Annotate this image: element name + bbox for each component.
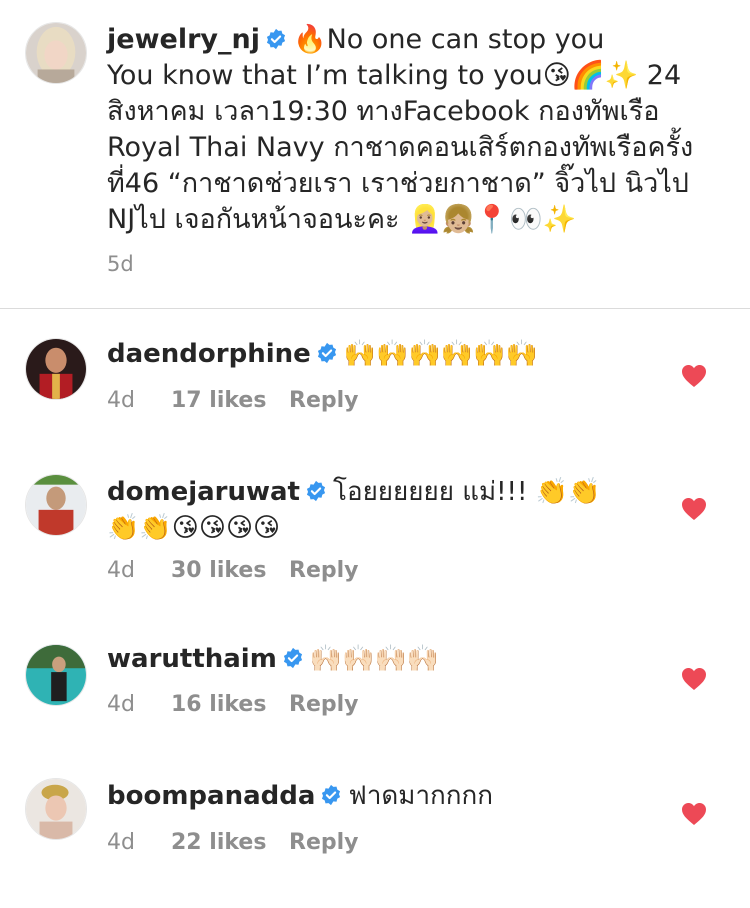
- comments-screen: jewelry_nj 🔥No one can stop you You know …: [0, 0, 750, 908]
- comment-body: ฟาดมากกกก: [348, 781, 494, 811]
- divider: [0, 308, 750, 309]
- verified-badge-icon: [316, 342, 338, 364]
- caption-line-3: สิงหาคม เวลา19:30 ทางFacebook กองทัพเรือ: [107, 96, 660, 127]
- comment-username[interactable]: boompanadda: [107, 781, 315, 811]
- comment-text: boompanadda ฟาดมากกกก: [107, 778, 667, 814]
- comment-timestamp: 4d: [107, 388, 135, 413]
- caption-line-6: NJไป เจอกันหน้าจอนะคะ 👱🏼‍♀️👧🏼📍👀✨: [107, 204, 577, 235]
- comment-avatar[interactable]: [25, 338, 87, 400]
- caption-avatar[interactable]: [25, 22, 87, 84]
- comment-avatar[interactable]: [25, 644, 87, 706]
- comment-line-1: warutthaim 🙌🏻🙌🏻🙌🏻🙌🏻: [107, 641, 667, 677]
- verified-badge-icon: [282, 647, 304, 669]
- likes-count[interactable]: 17 likes: [171, 388, 289, 413]
- caption-line-1: jewelry_nj 🔥No one can stop you: [107, 22, 707, 58]
- reply-button[interactable]: Reply: [289, 830, 359, 855]
- caption-text: jewelry_nj 🔥No one can stop you You know …: [107, 22, 707, 238]
- comment-text: domejaruwat โอยยยยยย แม่!!! 👏👏 👏👏😘😘😘😘: [107, 474, 667, 546]
- caption-line-4: Royal Thai Navy กาชาดคอนเสิร์ตกองทัพเรือ…: [107, 132, 694, 163]
- comment-line-1: boompanadda ฟาดมากกกก: [107, 778, 667, 814]
- comment-meta: 4d 30 likes Reply: [107, 558, 359, 583]
- reply-button[interactable]: Reply: [289, 558, 359, 583]
- reply-button[interactable]: Reply: [289, 388, 359, 413]
- comment-body: 🙌🏻🙌🏻🙌🏻🙌🏻: [309, 644, 440, 674]
- caption-line-2: You know that I’m talking to you😘🌈✨ 24: [107, 60, 682, 91]
- comment-avatar[interactable]: [25, 474, 87, 536]
- caption-line-1-text: 🔥No one can stop you: [292, 24, 605, 55]
- comment-meta: 4d 22 likes Reply: [107, 830, 359, 855]
- comment-line-1: daendorphine 🙌🙌🙌🙌🙌🙌: [107, 336, 667, 372]
- comment-body: โอยยยยยย แม่!!! 👏👏: [332, 477, 601, 507]
- comment-body: 🙌🙌🙌🙌🙌🙌: [343, 339, 539, 369]
- likes-count[interactable]: 22 likes: [171, 830, 289, 855]
- verified-badge-icon: [305, 480, 327, 502]
- heart-icon[interactable]: [681, 497, 707, 521]
- comment-text: warutthaim 🙌🏻🙌🏻🙌🏻🙌🏻: [107, 641, 667, 677]
- heart-icon[interactable]: [681, 802, 707, 826]
- verified-badge-icon: [320, 784, 342, 806]
- caption-timestamp: 5d: [107, 252, 134, 276]
- caption-username[interactable]: jewelry_nj: [107, 24, 260, 55]
- comment-timestamp: 4d: [107, 692, 135, 717]
- verified-badge-icon: [265, 28, 287, 50]
- comment-line-1: domejaruwat โอยยยยยย แม่!!! 👏👏: [107, 474, 667, 510]
- comment-timestamp: 4d: [107, 558, 135, 583]
- comment-text: daendorphine 🙌🙌🙌🙌🙌🙌: [107, 336, 667, 372]
- likes-count[interactable]: 16 likes: [171, 692, 289, 717]
- comment-line-2: 👏👏😘😘😘😘: [107, 513, 281, 543]
- caption-line-5: ที่46 “กาชาดช่วยเรา เราช่วยกาชาด” จิ๊วไป…: [107, 168, 689, 199]
- heart-icon[interactable]: [681, 667, 707, 691]
- comment-username[interactable]: daendorphine: [107, 339, 311, 369]
- reply-button[interactable]: Reply: [289, 692, 359, 717]
- heart-icon[interactable]: [681, 364, 707, 388]
- comment-username[interactable]: domejaruwat: [107, 477, 300, 507]
- likes-count[interactable]: 30 likes: [171, 558, 289, 583]
- comment-timestamp: 4d: [107, 830, 135, 855]
- comment-meta: 4d 16 likes Reply: [107, 692, 359, 717]
- comment-meta: 4d 17 likes Reply: [107, 388, 359, 413]
- comment-avatar[interactable]: [25, 778, 87, 840]
- comment-username[interactable]: warutthaim: [107, 644, 277, 674]
